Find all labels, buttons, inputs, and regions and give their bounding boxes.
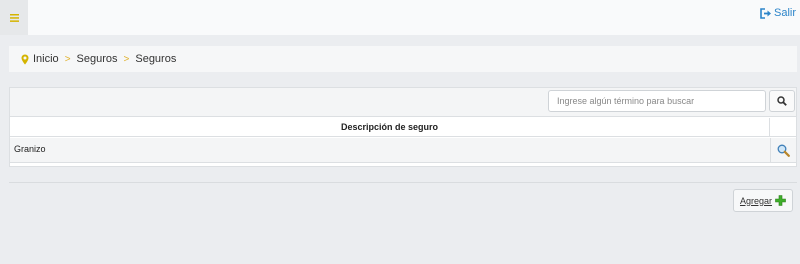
breadcrumb-separator: >	[123, 53, 130, 65]
hamburger-icon	[9, 13, 19, 22]
map-marker-icon	[21, 54, 29, 64]
logout-label: Salir	[773, 7, 796, 19]
breadcrumb: Inicio > Seguros > Seguros	[9, 46, 797, 72]
add-button[interactable]: Agregar	[733, 189, 793, 212]
view-detail-button[interactable]	[770, 138, 796, 163]
divider	[9, 182, 797, 183]
table-row[interactable]: Granizo	[10, 138, 796, 163]
breadcrumb-item-inicio[interactable]: Inicio	[33, 53, 59, 65]
magnifier-icon	[777, 144, 790, 157]
column-header-actions	[770, 118, 796, 137]
search-icon	[777, 96, 787, 106]
panel-header	[10, 88, 796, 117]
search-button[interactable]	[769, 90, 795, 112]
top-bar: Salir	[0, 0, 800, 35]
sign-out-icon	[760, 7, 771, 19]
plus-icon	[775, 195, 786, 206]
cell-descripcion: Granizo	[14, 144, 46, 154]
logout-link[interactable]: Salir	[760, 7, 796, 19]
column-header-descripcion[interactable]: Descripción de seguro	[10, 118, 770, 137]
insurance-list-panel: Descripción de seguro Granizo	[9, 87, 797, 167]
breadcrumb-item-seguros[interactable]: Seguros	[77, 53, 118, 65]
add-button-label: Agregar	[739, 195, 773, 206]
menu-toggle-button[interactable]	[0, 0, 28, 35]
breadcrumb-item-current: Seguros	[135, 53, 177, 65]
breadcrumb-separator: >	[64, 53, 71, 65]
search-input[interactable]	[548, 90, 766, 112]
